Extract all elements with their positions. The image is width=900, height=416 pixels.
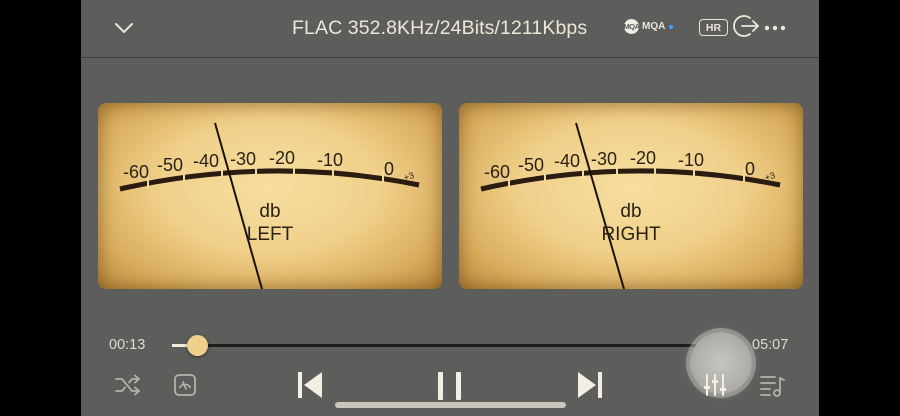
vu-meter-left: -60 -50 -40 -30 -20 -10 0 +3 db LEFT bbox=[98, 103, 442, 289]
player-screen: FLAC 352.8KHz/24Bits/1211Kbps MQA MQA HR bbox=[81, 0, 819, 416]
scale-label: -30 bbox=[591, 149, 617, 169]
unit-label: db bbox=[620, 201, 642, 222]
more-icon[interactable] bbox=[763, 18, 787, 38]
exit-icon[interactable] bbox=[731, 12, 761, 40]
scale-label: -20 bbox=[269, 148, 295, 168]
scale-label: -20 bbox=[630, 148, 656, 168]
equalizer-icon[interactable] bbox=[703, 372, 727, 398]
audio-format-label: FLAC 352.8KHz/24Bits/1211Kbps bbox=[292, 17, 588, 39]
scale-label: -10 bbox=[678, 150, 704, 170]
scale-label: +3 bbox=[402, 170, 415, 183]
scale-label: -50 bbox=[157, 155, 183, 175]
seek-bar[interactable] bbox=[172, 344, 732, 347]
channel-label-left: LEFT bbox=[246, 224, 294, 245]
scale-label: -50 bbox=[518, 155, 544, 175]
top-bar: FLAC 352.8KHz/24Bits/1211Kbps MQA MQA HR bbox=[81, 0, 819, 57]
hr-badge: HR bbox=[699, 19, 728, 36]
scale-label: -30 bbox=[230, 149, 256, 169]
scale-label: -60 bbox=[123, 162, 149, 182]
chevron-down-icon[interactable] bbox=[112, 18, 136, 38]
vu-meter-right: -60 -50 -40 -30 -20 -10 0 +3 db RIGHT bbox=[459, 103, 803, 289]
playlist-icon[interactable] bbox=[759, 372, 785, 398]
skip-previous-icon[interactable] bbox=[296, 370, 324, 400]
channel-label-right: RIGHT bbox=[601, 224, 661, 245]
scale-label: -10 bbox=[317, 150, 343, 170]
home-indicator[interactable] bbox=[335, 402, 566, 408]
scale-label: +3 bbox=[763, 170, 776, 183]
pause-icon[interactable] bbox=[435, 371, 465, 401]
gauge-icon[interactable] bbox=[173, 373, 197, 397]
mqa-status-dot bbox=[669, 24, 674, 29]
scale-label: 0 bbox=[745, 159, 755, 179]
vu-meter-right-scale: -60 -50 -40 -30 -20 -10 0 +3 bbox=[480, 122, 781, 289]
total-time: 05:07 bbox=[752, 337, 789, 353]
mqa-label: MQA bbox=[642, 21, 666, 32]
unit-label: db bbox=[259, 201, 281, 222]
vu-meter-left-scale: -60 -50 -40 -30 -20 -10 0 +3 bbox=[119, 122, 420, 289]
scale-label: 0 bbox=[384, 159, 394, 179]
mqa-badge: MQA MQA bbox=[624, 19, 674, 34]
scale-label: -40 bbox=[554, 151, 580, 171]
scale-label: -40 bbox=[193, 151, 219, 171]
mqa-logo-icon: MQA bbox=[624, 19, 640, 34]
seek-thumb[interactable] bbox=[187, 335, 209, 356]
elapsed-time: 00:13 bbox=[109, 337, 146, 353]
scale-label: -60 bbox=[484, 162, 510, 182]
header-divider bbox=[81, 57, 819, 58]
shuffle-icon[interactable] bbox=[114, 372, 142, 398]
skip-next-icon[interactable] bbox=[576, 370, 604, 400]
